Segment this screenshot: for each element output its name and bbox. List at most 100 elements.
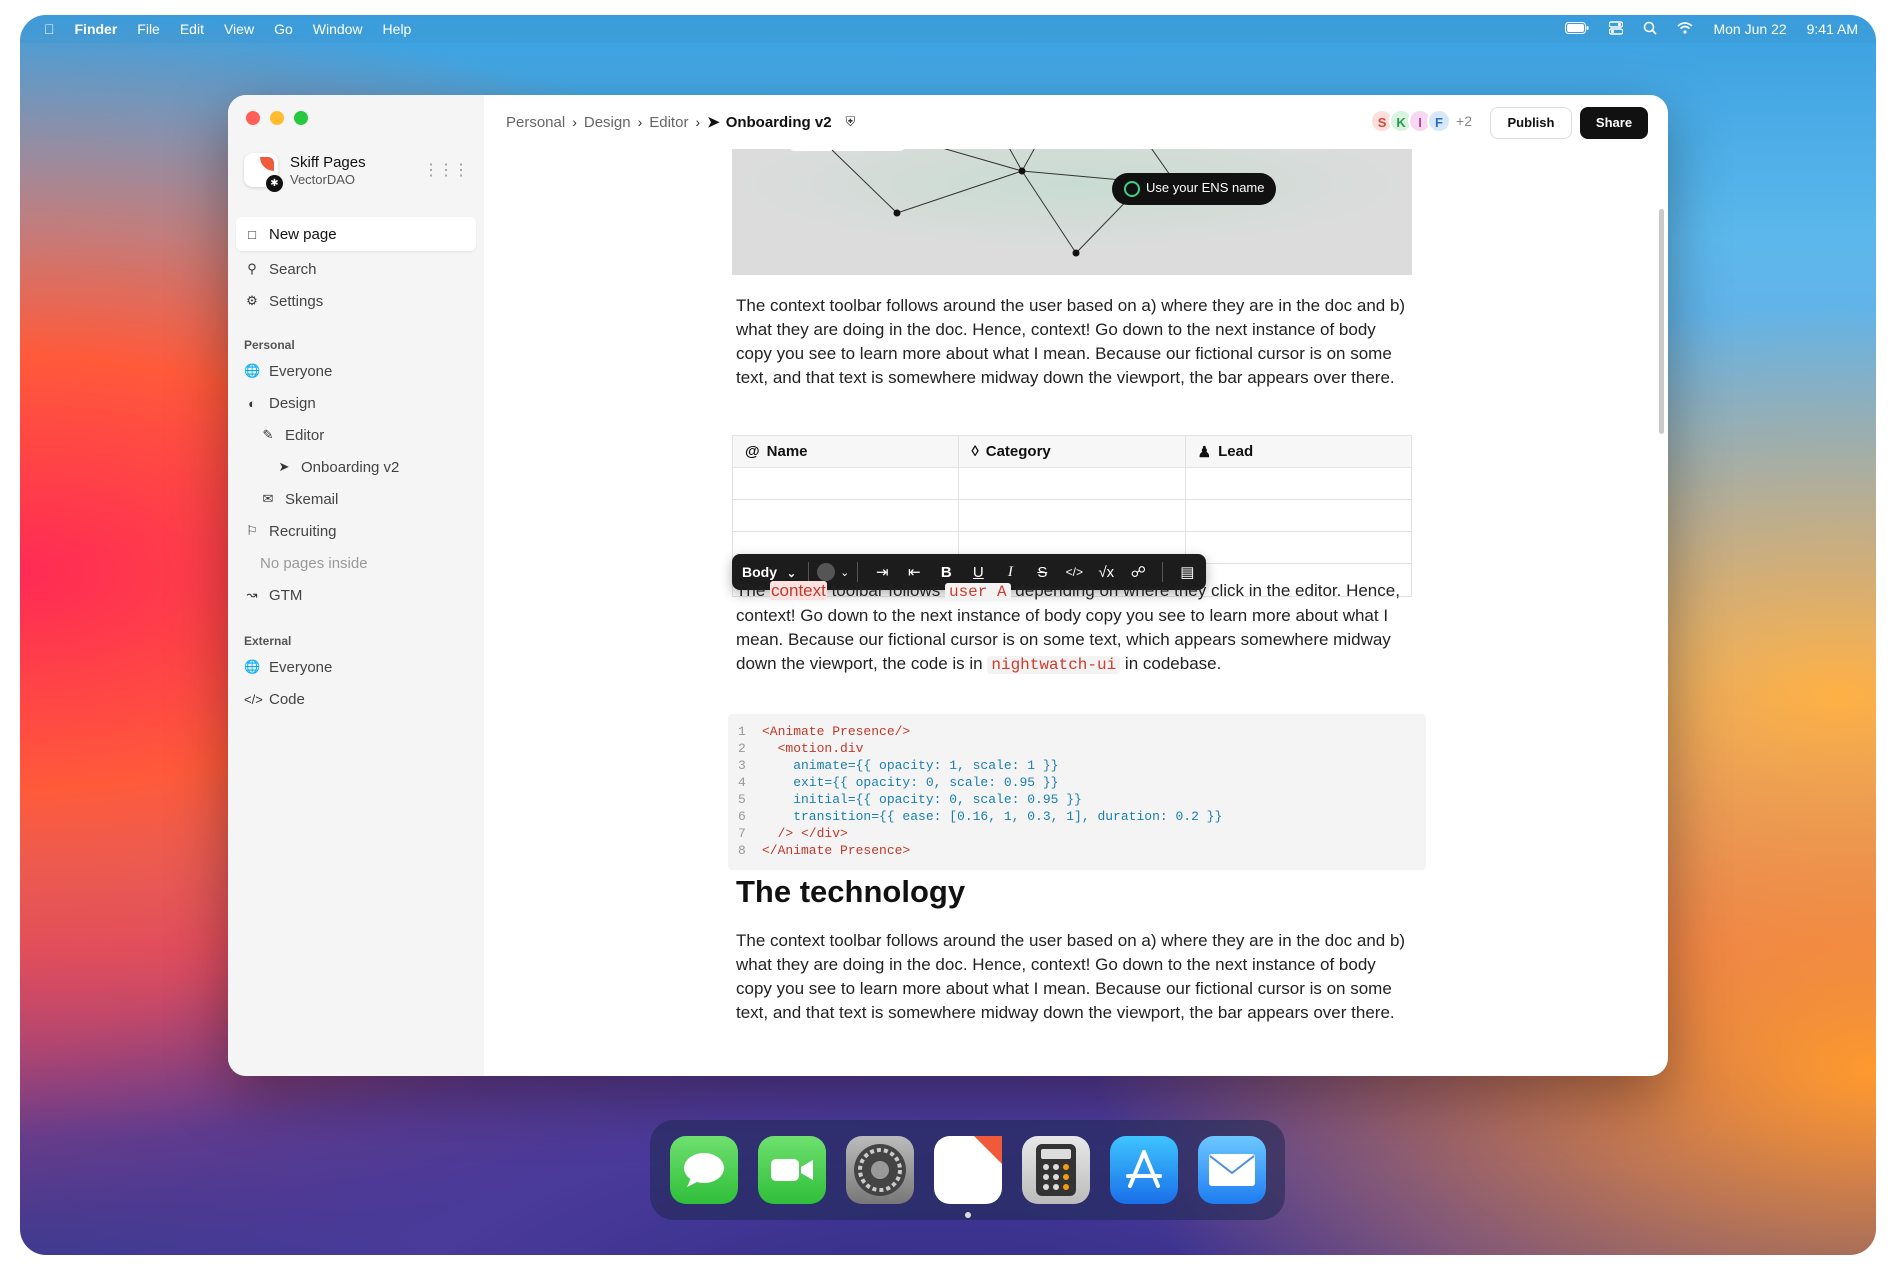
- highlighted-text: context: [770, 581, 827, 600]
- minimize-window-button[interactable]: [270, 111, 284, 125]
- inline-code: user A: [944, 583, 1011, 601]
- menu-file[interactable]: File: [137, 21, 160, 37]
- shield-icon[interactable]: ⛨: [846, 114, 856, 130]
- column-header-name[interactable]: @ Name: [733, 436, 960, 467]
- battery-icon[interactable]: [1565, 21, 1589, 37]
- table-cell[interactable]: [959, 500, 1186, 531]
- section-personal: Personal: [244, 338, 295, 352]
- code-text: initial={{ opacity: 0, scale: 0.95 }}: [762, 792, 1082, 807]
- sidebar-item-label: Skemail: [285, 490, 339, 508]
- skiff-pages-icon[interactable]: [933, 1136, 1002, 1218]
- line-number: 1: [738, 724, 746, 739]
- menu-view[interactable]: View: [224, 21, 254, 37]
- breadcrumb-design[interactable]: Design: [584, 114, 631, 131]
- code-icon[interactable]: </>: [1058, 565, 1090, 579]
- breadcrumb-personal[interactable]: Personal: [506, 114, 565, 131]
- pencil-icon: ✎: [262, 427, 274, 442]
- body-paragraph[interactable]: The context toolbar follows user A depen…: [736, 579, 1416, 677]
- more-collaborators[interactable]: +2: [1456, 113, 1472, 129]
- breadcrumb-editor[interactable]: Editor: [649, 114, 688, 131]
- messages-icon[interactable]: [669, 1136, 738, 1204]
- control-center-icon[interactable]: [1608, 20, 1625, 38]
- system-preferences-icon[interactable]: [845, 1136, 914, 1204]
- scrollbar[interactable]: [1659, 209, 1664, 434]
- mail-icon: ✉: [262, 491, 274, 506]
- menu-help[interactable]: Help: [383, 21, 412, 37]
- sidebar-item-label: Onboarding v2: [301, 458, 400, 476]
- line-number: 2: [738, 741, 746, 756]
- menu-edit[interactable]: Edit: [180, 21, 204, 37]
- bold-icon[interactable]: B: [930, 564, 962, 581]
- close-window-button[interactable]: [246, 111, 260, 125]
- inline-code: nightwatch-ui: [987, 656, 1121, 674]
- publish-button[interactable]: Publish: [1490, 107, 1572, 139]
- section-heading[interactable]: The technology: [736, 874, 965, 910]
- column-header-category[interactable]: ◊ Category: [959, 436, 1186, 467]
- section-external: External: [244, 634, 292, 648]
- menu-window[interactable]: Window: [313, 21, 363, 37]
- sidebar-item-code[interactable]: </> Code: [236, 682, 476, 716]
- column-label: Category: [985, 443, 1051, 460]
- menu-go[interactable]: Go: [274, 21, 293, 37]
- table-cell[interactable]: [733, 500, 960, 531]
- italic-icon[interactable]: I: [994, 564, 1026, 581]
- zoom-window-button[interactable]: [294, 111, 308, 125]
- chevron-right-icon: ›: [695, 114, 701, 130]
- collaborator-avatars[interactable]: S K I F +2: [1370, 109, 1472, 133]
- app-window: ✱ Skiff Pages VectorDAO ⋮⋮⋮ □ New page ⚲…: [228, 95, 1668, 1076]
- sidebar-item-settings[interactable]: ⚙ Settings: [236, 284, 476, 318]
- ens-pill-label[interactable]: Use your ENS name: [1146, 178, 1265, 198]
- mail-icon[interactable]: [1197, 1136, 1266, 1204]
- design-icon: ◐: [248, 395, 256, 411]
- code-block[interactable]: 1 <Animate Presence/> 2 <motion.div 3 ani…: [728, 714, 1426, 870]
- text-style-dropdown[interactable]: Body ⌄: [742, 564, 796, 580]
- sidebar-item-search[interactable]: ⚲ Search: [236, 252, 476, 286]
- avatar[interactable]: F: [1427, 109, 1452, 133]
- table-row[interactable]: [733, 468, 1411, 500]
- line-number: 8: [738, 843, 746, 858]
- sidebar-item-onboarding[interactable]: ➤ Onboarding v2: [236, 450, 476, 484]
- menubar-date[interactable]: Mon Jun 22: [1713, 21, 1786, 37]
- sidebar-item-design[interactable]: ◐ Design: [236, 386, 476, 420]
- table-cell[interactable]: [959, 468, 1186, 499]
- apps-grid-icon[interactable]: ⋮⋮⋮: [423, 160, 469, 180]
- sidebar-item-gtm[interactable]: ↝ GTM: [236, 578, 476, 612]
- table-cell[interactable]: [1186, 500, 1411, 531]
- page-icon: □: [248, 226, 256, 242]
- underline-icon[interactable]: U: [962, 564, 994, 581]
- sidebar-item-external-everyone[interactable]: 🌐 Everyone: [236, 650, 476, 684]
- column-header-lead[interactable]: ♟ Lead: [1185, 436, 1411, 467]
- sidebar-item-editor[interactable]: ✎ Editor: [236, 418, 476, 452]
- body-paragraph[interactable]: The context toolbar follows around the u…: [736, 929, 1416, 1025]
- wifi-icon[interactable]: [1677, 21, 1693, 37]
- apple-icon[interactable]: : [44, 21, 55, 37]
- spotlight-search-icon[interactable]: [1643, 21, 1658, 38]
- document-editor[interactable]: Use your ENS name The context toolbar fo…: [484, 149, 1668, 1076]
- menubar-time[interactable]: 9:41 AM: [1807, 21, 1858, 37]
- sidebar-item-everyone[interactable]: 🌐 Everyone: [236, 354, 476, 388]
- workspace-switcher[interactable]: ✱ Skiff Pages VectorDAO ⋮⋮⋮: [244, 150, 469, 192]
- sidebar-item-skemail[interactable]: ✉ Skemail: [236, 482, 476, 516]
- sidebar-item-recruiting[interactable]: ⚐ Recruiting: [236, 514, 476, 548]
- table-cell[interactable]: [1186, 468, 1411, 499]
- math-icon[interactable]: √x: [1090, 564, 1122, 581]
- body-paragraph[interactable]: The context toolbar follows around the u…: [736, 294, 1416, 390]
- table-cell[interactable]: [1186, 532, 1411, 563]
- menu-finder[interactable]: Finder: [75, 21, 118, 37]
- code-line: 7 /> </div>: [738, 825, 1426, 842]
- table-cell[interactable]: [733, 468, 960, 499]
- table-row[interactable]: [733, 500, 1411, 532]
- tag-icon: ◊: [971, 443, 979, 460]
- at-icon: @: [745, 443, 760, 460]
- facetime-icon[interactable]: [757, 1136, 826, 1204]
- breadcrumb-current: Onboarding v2: [725, 113, 832, 131]
- sidebar: ✱ Skiff Pages VectorDAO ⋮⋮⋮ □ New page ⚲…: [228, 95, 484, 1076]
- strikethrough-icon[interactable]: S: [1026, 564, 1058, 581]
- calculator-icon[interactable]: [1021, 1136, 1090, 1204]
- share-button[interactable]: Share: [1580, 107, 1648, 139]
- app-store-icon[interactable]: [1109, 1136, 1178, 1204]
- new-page-button[interactable]: □ New page: [236, 217, 476, 251]
- chevron-right-icon: ›: [637, 114, 643, 130]
- code-icon: </>: [244, 691, 263, 707]
- code-line: 1 <Animate Presence/>: [738, 723, 1426, 740]
